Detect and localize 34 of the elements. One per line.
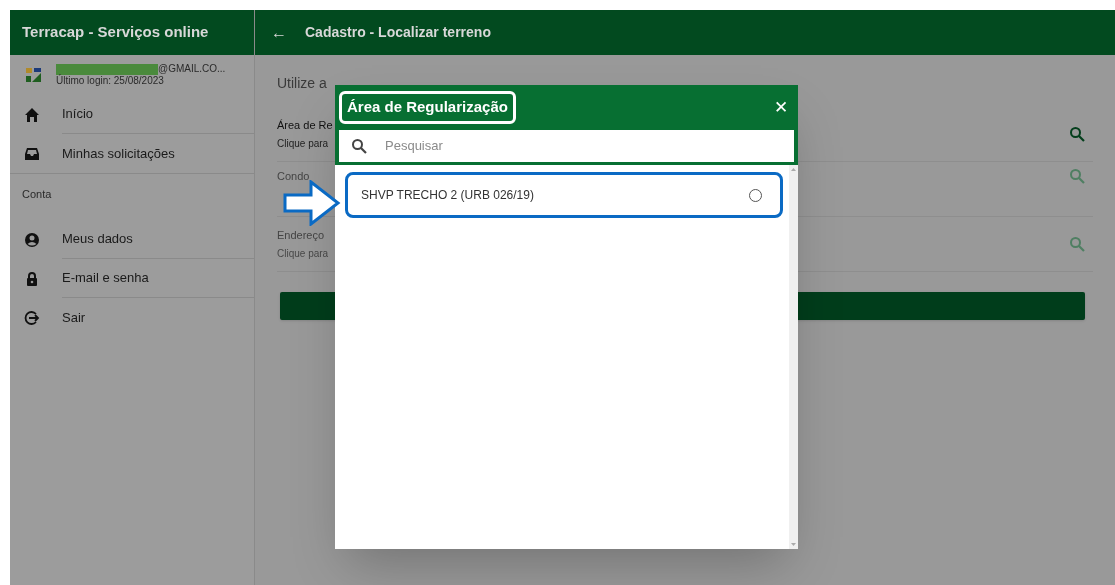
sidebar-item[interactable]: Minhas solicitações [24,134,254,173]
exit-icon [24,309,40,326]
sidebar-item[interactable]: Início [24,95,254,134]
search-icon [1069,236,1085,252]
sidebar-item[interactable]: E-mail e senha [24,259,254,298]
row-hint: Clique para [277,137,330,152]
inbox-icon [24,145,40,162]
sidebar-item[interactable]: Meus dados [24,220,254,259]
intro-text: Utilize a [277,75,327,91]
row-label: Área de Re [277,117,333,133]
row-hint: Clique para [277,247,329,262]
row-label: Condo [277,169,310,184]
scroll-up-icon[interactable] [791,168,796,171]
option-item[interactable]: SHVP TRECHO 2 (URB 026/19) [345,172,783,218]
account-icon [24,231,40,248]
back-button[interactable]: ← [271,20,287,45]
search-input[interactable]: Pesquisar [385,136,782,156]
scroll-down-icon[interactable] [791,543,796,546]
logo-icon [26,67,42,83]
dialog-title: Área de Regularização [339,91,516,124]
search-icon [351,138,367,154]
lock-icon [24,270,40,287]
last-login: Último login: 25/08/2023 [56,75,165,87]
user-email: @GMAIL.CO... [158,63,226,75]
search-icon [1069,126,1085,142]
search-icon [1069,168,1085,184]
close-button[interactable]: ✕ [774,94,788,121]
section-label: Conta [22,187,52,202]
row-label: Endereço [277,227,326,243]
page-title: Cadastro - Localizar terreno [305,23,491,42]
home-icon [24,106,40,123]
sidebar-item[interactable]: Sair [24,298,254,337]
app-title: Terracap - Serviços online [10,10,254,55]
search-field[interactable]: Pesquisar [339,130,794,162]
